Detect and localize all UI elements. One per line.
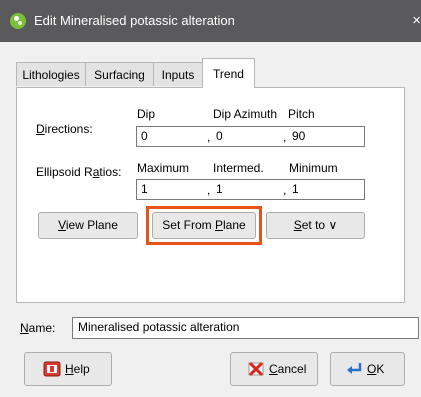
pitch-value: 90: [292, 129, 306, 143]
set-to-dropdown-button[interactable]: Set to ∨: [266, 212, 365, 239]
minimum-header: Minimum: [289, 161, 338, 175]
intermediate-header: Intermed.: [213, 161, 264, 175]
maximum-value: 1: [141, 182, 148, 196]
tab-inputs[interactable]: Inputs: [153, 62, 203, 86]
separator: ,: [283, 130, 287, 144]
help-button[interactable]: Help: [24, 352, 112, 386]
dip-azimuth-value: 0: [216, 129, 223, 143]
set-from-plane-button[interactable]: Set From Plane: [152, 212, 256, 239]
ellipsoid-ratios-label: Ellipsoid Ratios:: [36, 165, 122, 179]
dip-header: Dip: [137, 107, 156, 121]
cancel-icon: [248, 362, 264, 376]
dip-value: 0: [141, 129, 148, 143]
tab-surfacing[interactable]: Surfacing: [85, 62, 154, 86]
name-field[interactable]: Mineralised potassic alteration: [72, 317, 419, 339]
dip-azimuth-header: Dip Azimuth: [213, 107, 278, 121]
intermediate-value: 1: [216, 182, 223, 196]
ok-icon: [347, 363, 362, 374]
window-title: Edit Mineralised potassic alteration: [34, 13, 235, 28]
tab-lithologies[interactable]: Lithologies: [16, 62, 86, 86]
ellipsoid-ratios-input[interactable]: 1 , 1 , 1: [136, 179, 365, 200]
maximum-header: Maximum: [137, 161, 190, 175]
leapfrog-app-icon: [10, 13, 26, 29]
directions-label: Directions:: [36, 122, 93, 136]
cancel-button[interactable]: Cancel: [230, 352, 318, 386]
ok-button[interactable]: OK: [330, 352, 405, 386]
close-button[interactable]: ×: [407, 0, 421, 42]
view-plane-button[interactable]: View Plane: [38, 212, 138, 239]
minimum-value: 1: [292, 182, 299, 196]
pitch-header: Pitch: [288, 107, 315, 121]
title-bar: Edit Mineralised potassic alteration ×: [0, 0, 421, 42]
separator: ,: [207, 130, 211, 144]
tab-trend[interactable]: Trend: [202, 58, 255, 88]
separator: ,: [283, 183, 287, 197]
name-label: Name:: [20, 321, 56, 335]
chevron-down-icon: ∨: [328, 218, 338, 232]
directions-input[interactable]: 0 , 0 , 90: [136, 126, 365, 147]
separator: ,: [207, 183, 211, 197]
help-icon: [43, 361, 61, 377]
